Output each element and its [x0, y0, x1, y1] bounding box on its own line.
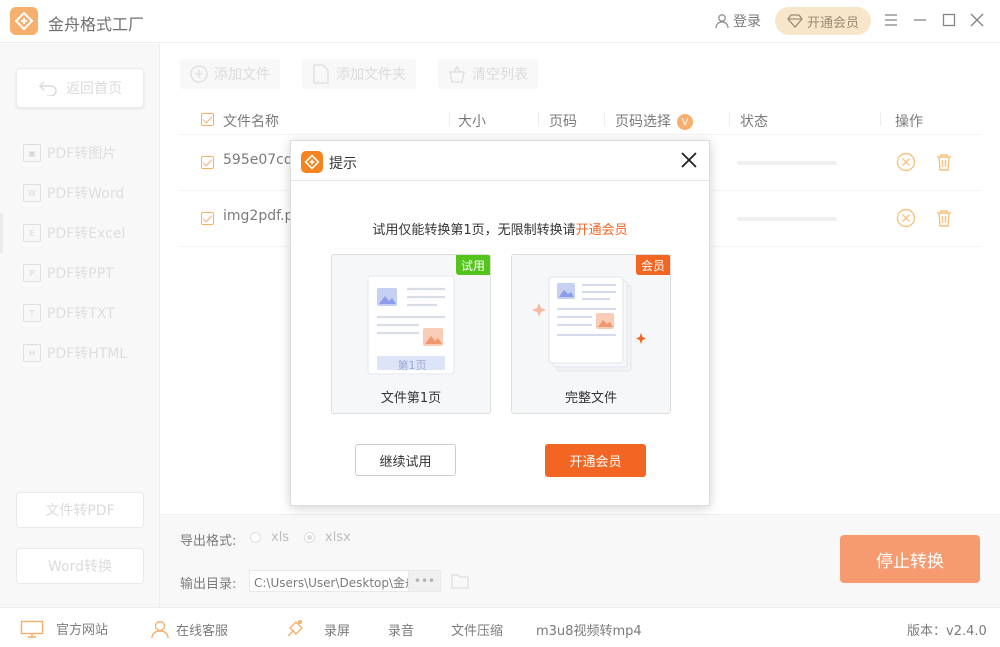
- vip-tag: 会员: [635, 255, 670, 275]
- dialog-message-text: 试用仅能转换第1页，无限制转换请: [372, 223, 576, 238]
- dialog-message: 试用仅能转换第1页，无限制转换请开通会员: [291, 219, 709, 238]
- open-vip-dialog-button[interactable]: 开通会员: [545, 444, 646, 477]
- page-one-tag: 第1页: [397, 359, 427, 372]
- full-document-icon: [532, 276, 646, 372]
- dialog-header: 提示: [291, 141, 709, 181]
- trial-limit-dialog: 提示 试用仅能转换第1页，无限制转换请开通会员 试用 第1页 文件第1页 会员: [290, 140, 710, 506]
- vip-card-label: 完整文件: [564, 391, 617, 406]
- dialog-title: 提示: [329, 156, 357, 172]
- app-logo-icon: [301, 151, 323, 173]
- trial-card-label: 文件第1页: [380, 391, 442, 406]
- trial-card: 试用 第1页 文件第1页: [331, 254, 491, 414]
- dialog-close-icon[interactable]: [679, 150, 699, 170]
- dialog-vip-link[interactable]: 开通会员: [576, 223, 628, 238]
- continue-trial-button[interactable]: 继续试用: [355, 444, 456, 476]
- trial-tag: 试用: [455, 255, 490, 275]
- vip-card: 会员 完整文件: [511, 254, 671, 414]
